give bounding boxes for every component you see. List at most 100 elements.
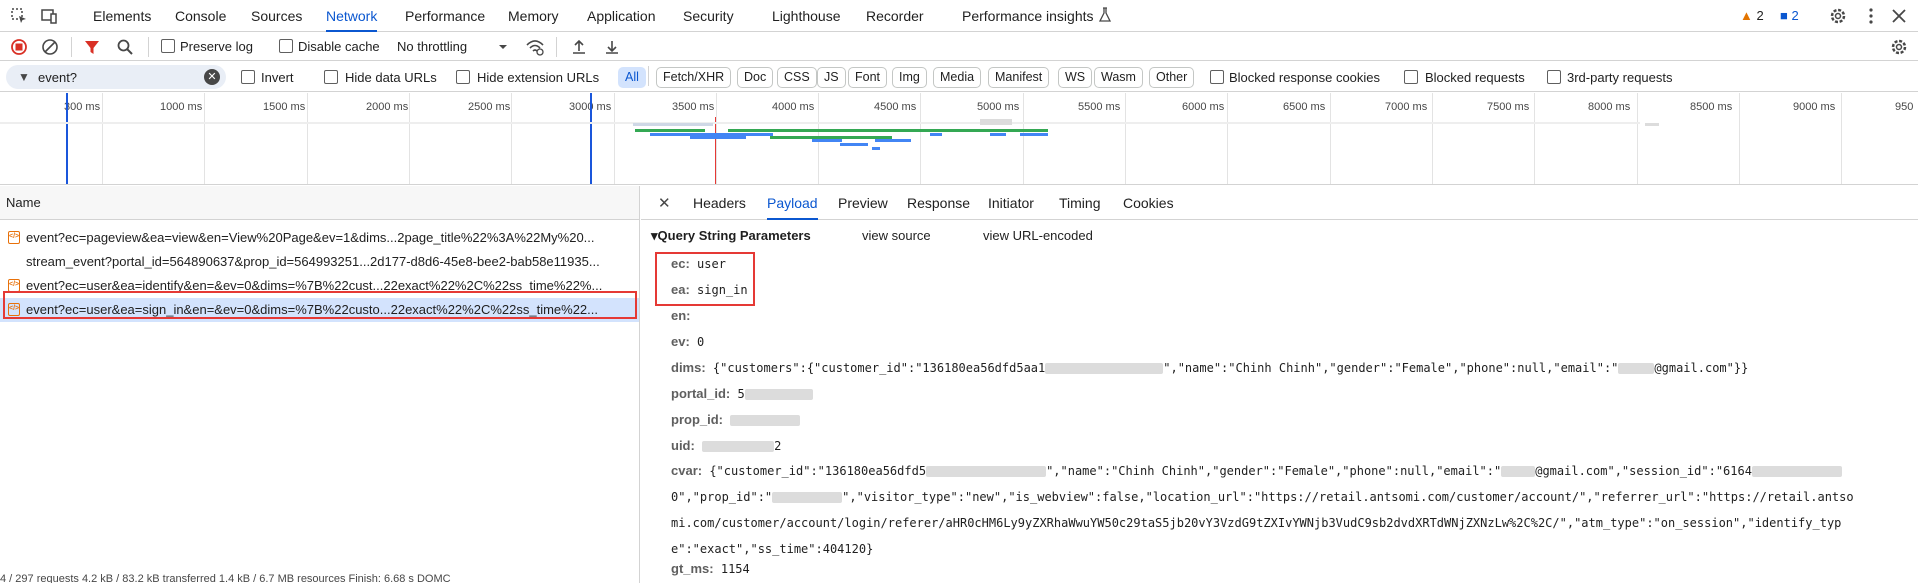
type-filter-all[interactable]: All <box>618 67 646 88</box>
timeline-tick-label: 6000 ms <box>1182 101 1225 113</box>
tab-network[interactable]: Network <box>326 0 378 32</box>
third-party-requests-checkbox[interactable] <box>1547 70 1561 84</box>
type-filter-js[interactable]: JS <box>817 67 846 88</box>
blocked-requests-checkbox[interactable] <box>1404 70 1418 84</box>
hide-data-urls-checkbox[interactable] <box>324 70 338 84</box>
filter-input[interactable]: ▼ event? ✕ <box>6 65 226 89</box>
blocked-response-cookies-checkbox[interactable] <box>1210 70 1224 84</box>
timeline-bar <box>990 133 1006 136</box>
messages-badge[interactable]: ■ 2 <box>1780 8 1799 23</box>
redacted-value <box>702 441 775 452</box>
tab-preview[interactable]: Preview <box>838 186 888 220</box>
hide-data-urls-label: Hide data URLs <box>345 70 437 85</box>
timeline-bar <box>735 133 773 136</box>
settings-icon[interactable] <box>1829 7 1847 25</box>
more-options-icon[interactable] <box>1862 7 1880 25</box>
close-details-icon[interactable]: ✕ <box>658 194 671 212</box>
timeline-grid-line <box>1227 93 1228 184</box>
type-filter-other[interactable]: Other <box>1149 67 1195 88</box>
chevron-down-icon[interactable] <box>497 41 515 59</box>
toolbar-divider <box>556 37 557 57</box>
tab-performance-insights[interactable]: Performance insights <box>962 0 1094 32</box>
inspect-element-icon[interactable] <box>10 7 28 25</box>
timeline-tick-label: 1000 ms <box>160 101 203 113</box>
type-filter-wasm[interactable]: Wasm <box>1094 67 1143 88</box>
redacted-value <box>1751 466 1842 477</box>
export-har-icon[interactable] <box>603 38 621 56</box>
tab-performance[interactable]: Performance <box>405 0 485 32</box>
timeline-grid-line <box>1534 93 1535 184</box>
disable-cache-checkbox[interactable] <box>279 39 293 53</box>
close-devtools-icon[interactable] <box>1890 7 1908 25</box>
type-filter-manifest[interactable]: Manifest <box>988 67 1050 88</box>
hide-extension-urls-checkbox[interactable] <box>456 70 470 84</box>
preserve-log-checkbox[interactable] <box>161 39 175 53</box>
hide-extension-urls-label: Hide extension URLs <box>477 70 600 85</box>
record-stop-icon[interactable] <box>10 38 28 56</box>
search-icon[interactable] <box>116 38 134 56</box>
tab-security[interactable]: Security <box>683 0 734 32</box>
timeline-tick-label: 7500 ms <box>1487 101 1530 113</box>
timeline-grid-line <box>409 93 410 184</box>
type-filter-ws[interactable]: WS <box>1058 67 1093 88</box>
view-source-link[interactable]: view source <box>862 228 931 243</box>
clear-icon[interactable] <box>41 38 59 56</box>
tab-initiator[interactable]: Initiator <box>988 186 1034 220</box>
redacted-value <box>1618 363 1655 374</box>
tab-recorder[interactable]: Recorder <box>866 0 924 32</box>
throttling-select[interactable]: No throttling <box>397 39 467 54</box>
query-string-section-header[interactable]: ▾Query String Parameters <box>651 228 811 244</box>
type-filter-css[interactable]: CSS <box>777 67 817 88</box>
tab-application[interactable]: Application <box>587 0 656 32</box>
request-row[interactable]: </> event?ec=pageview&ea=view&en=View%20… <box>0 226 639 250</box>
type-filter-media[interactable]: Media <box>933 67 982 88</box>
tab-timing[interactable]: Timing <box>1059 186 1101 220</box>
timeline-grid-line <box>1023 93 1024 184</box>
tab-memory[interactable]: Memory <box>508 0 559 32</box>
tab-elements[interactable]: Elements <box>93 0 151 32</box>
type-filter-img[interactable]: Img <box>892 67 927 88</box>
warning-icon: ▲ <box>1740 8 1753 23</box>
tab-sources[interactable]: Sources <box>251 0 302 32</box>
timeline-tick-label: 950 <box>1895 101 1914 113</box>
timeline-tick-label: 9000 ms <box>1793 101 1836 113</box>
tab-payload[interactable]: Payload <box>767 186 818 220</box>
request-row[interactable]: stream_event?portal_id=564890637&prop_id… <box>0 250 639 274</box>
timeline-bar <box>812 139 842 142</box>
toolbar-divider <box>148 37 149 57</box>
network-settings-icon[interactable] <box>1890 38 1908 56</box>
clear-filter-icon[interactable]: ✕ <box>204 69 220 85</box>
name-column-header[interactable]: Name <box>0 186 639 220</box>
network-conditions-icon[interactable] <box>525 38 544 56</box>
tab-console[interactable]: Console <box>175 0 226 32</box>
tab-cookies[interactable]: Cookies <box>1123 186 1174 220</box>
redacted-value <box>772 492 843 503</box>
timeline-grid-line <box>511 93 512 184</box>
import-har-icon[interactable] <box>570 38 588 56</box>
timeline-tick-label: 5000 ms <box>977 101 1020 113</box>
device-toolbar-icon[interactable] <box>40 7 58 25</box>
timeline-tick-label: 3500 ms <box>672 101 715 113</box>
preserve-log-label: Preserve log <box>180 39 253 54</box>
timeline-tick-label: 8500 ms <box>1690 101 1733 113</box>
warnings-badge[interactable]: ▲ 2 <box>1740 8 1764 23</box>
status-bar: 4 / 297 requests 4.2 kB / 83.2 kB transf… <box>0 573 451 583</box>
request-name: stream_event?portal_id=564890637&prop_id… <box>26 254 600 269</box>
tab-response[interactable]: Response <box>907 186 970 220</box>
network-toolbar: Preserve log Disable cache No throttling <box>0 33 1918 61</box>
tab-headers[interactable]: Headers <box>693 186 746 220</box>
invert-checkbox[interactable] <box>241 70 255 84</box>
param-row-ev: ev: 0 <box>671 334 705 349</box>
timeline-bar <box>690 136 746 139</box>
request-list-panel: Name </> event?ec=pageview&ea=view&en=Vi… <box>0 186 640 583</box>
filter-icon[interactable] <box>83 38 101 56</box>
tab-lighthouse[interactable]: Lighthouse <box>772 0 841 32</box>
redacted-value <box>730 415 801 426</box>
filter-input-value[interactable]: event? <box>38 70 77 85</box>
type-filter-doc[interactable]: Doc <box>737 67 774 88</box>
type-filter-font[interactable]: Font <box>848 67 888 88</box>
view-url-encoded-link[interactable]: view URL-encoded <box>983 228 1093 243</box>
disable-cache-label: Disable cache <box>298 39 380 54</box>
type-filter-fetch-xhr[interactable]: Fetch/XHR <box>656 67 732 88</box>
network-overview-timeline[interactable]: 300 ms 1000 ms 1500 ms 2000 ms 2500 ms 3… <box>0 93 1918 185</box>
